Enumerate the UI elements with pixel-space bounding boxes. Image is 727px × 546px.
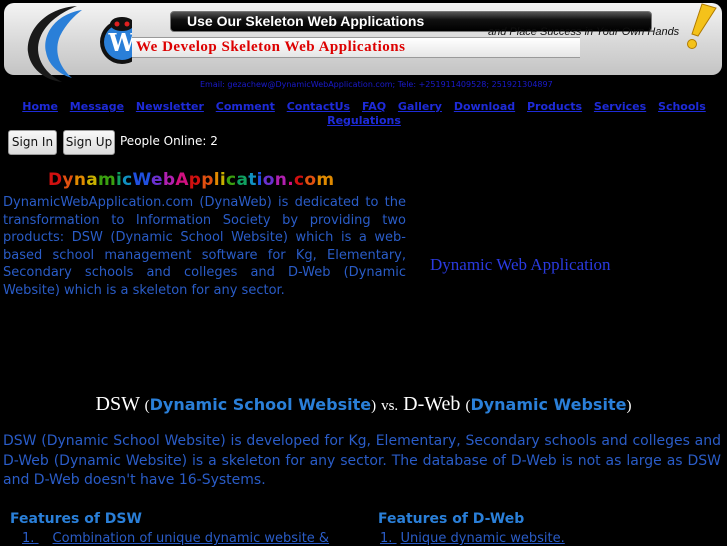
svg-text:W: W [108,28,132,57]
nav-link-home[interactable]: Home [22,100,58,113]
nav-link-products[interactable]: Products [527,100,582,113]
brand-letter: m [316,170,335,190]
brand-letter: c [293,170,305,190]
brand-letter: A [175,170,189,190]
nav-link-gallery[interactable]: Gallery [398,100,442,113]
dsw-label: DSW [95,393,140,415]
nav-link-newsletter[interactable]: Newsletter [136,100,204,113]
dsw-feature-text: Combination of unique dynamic website & [52,531,330,546]
people-online: People Online: 2 [120,134,218,148]
dweb-feature-text: Unique dynamic website. [400,531,565,546]
headline-text: We Develop Skeleton Web Applications [136,39,406,55]
nav-link-contactus[interactable]: ContactUs [287,100,350,113]
brand-letter: . [287,170,294,190]
brand-letter: c [122,170,133,190]
dweb-feature-item[interactable]: 1. Unique dynamic website. [380,531,565,546]
dsw-features-heading: Features of DSW [10,511,142,527]
people-online-count: 2 [210,134,218,148]
comparison-description: DSW (Dynamic School Website) is develope… [3,433,721,488]
nav-link-message[interactable]: Message [70,100,124,113]
brand-letter: t [248,170,257,190]
header-banner: W Use Our Skeleton Web Applications and … [0,0,727,82]
nav-link-download[interactable]: Download [454,100,515,113]
contact-line: Email: gezachew@DynamicWebApplication.co… [200,80,553,89]
logo-icon: W [27,6,132,82]
dweb-label: D-Web [403,393,461,415]
brand-letter: D [48,170,63,190]
nav-link-services[interactable]: Services [594,100,646,113]
brand-letter: a [236,170,249,190]
exclamation-icon [687,3,717,49]
brand-letter: m [98,170,117,190]
vs-label: vs. [381,398,399,414]
nav-link-faq[interactable]: FAQ [362,100,386,113]
slogan-text: Use Our Skeleton Web Applications [187,13,425,29]
brand-letter: a [86,170,98,190]
brand-letter: n [73,170,87,190]
nav-link-schools[interactable]: Schools [658,100,706,113]
dweb-full-name: Dynamic Website [470,395,627,414]
main-nav: Home Message Newsletter Comment ContactU… [18,100,710,128]
sign-in-button[interactable]: Sign In [8,130,57,155]
brand-letter: o [304,170,317,190]
brand-letter: o [262,170,275,190]
people-online-label: People Online: [120,134,207,148]
brand-letter: b [162,170,176,190]
comparison-heading: DSW (Dynamic School Website) vs. D-Web (… [95,393,632,415]
brand-letter: e [151,170,163,190]
dsw-feature-number: 1. [22,531,35,546]
brand-title: DynamicWebApplication.com [48,170,334,190]
dweb-feature-number: 1. [380,531,393,546]
dsw-full-name: Dynamic School Website [149,395,372,414]
brand-letter: c [226,170,237,190]
nav-link-regulations[interactable]: Regulations [327,114,401,127]
headline-bar: We Develop Skeleton Web Applications [132,37,580,58]
dsw-feature-item[interactable]: 1. Combination of unique dynamic website… [22,531,329,546]
sign-up-button[interactable]: Sign Up [63,130,115,155]
dweb-features-heading: Features of D-Web [378,511,525,527]
brand-letter: W [132,170,151,190]
brand-letter: n [274,170,288,190]
intro-paragraph: DynamicWebApplication.com (DynaWeb) is d… [3,195,406,298]
brand-letter: p [201,170,214,190]
side-title: Dynamic Web Application [430,255,611,274]
brand-letter: y [62,170,74,190]
brand-letter: p [188,170,202,190]
nav-link-comment[interactable]: Comment [216,100,275,113]
